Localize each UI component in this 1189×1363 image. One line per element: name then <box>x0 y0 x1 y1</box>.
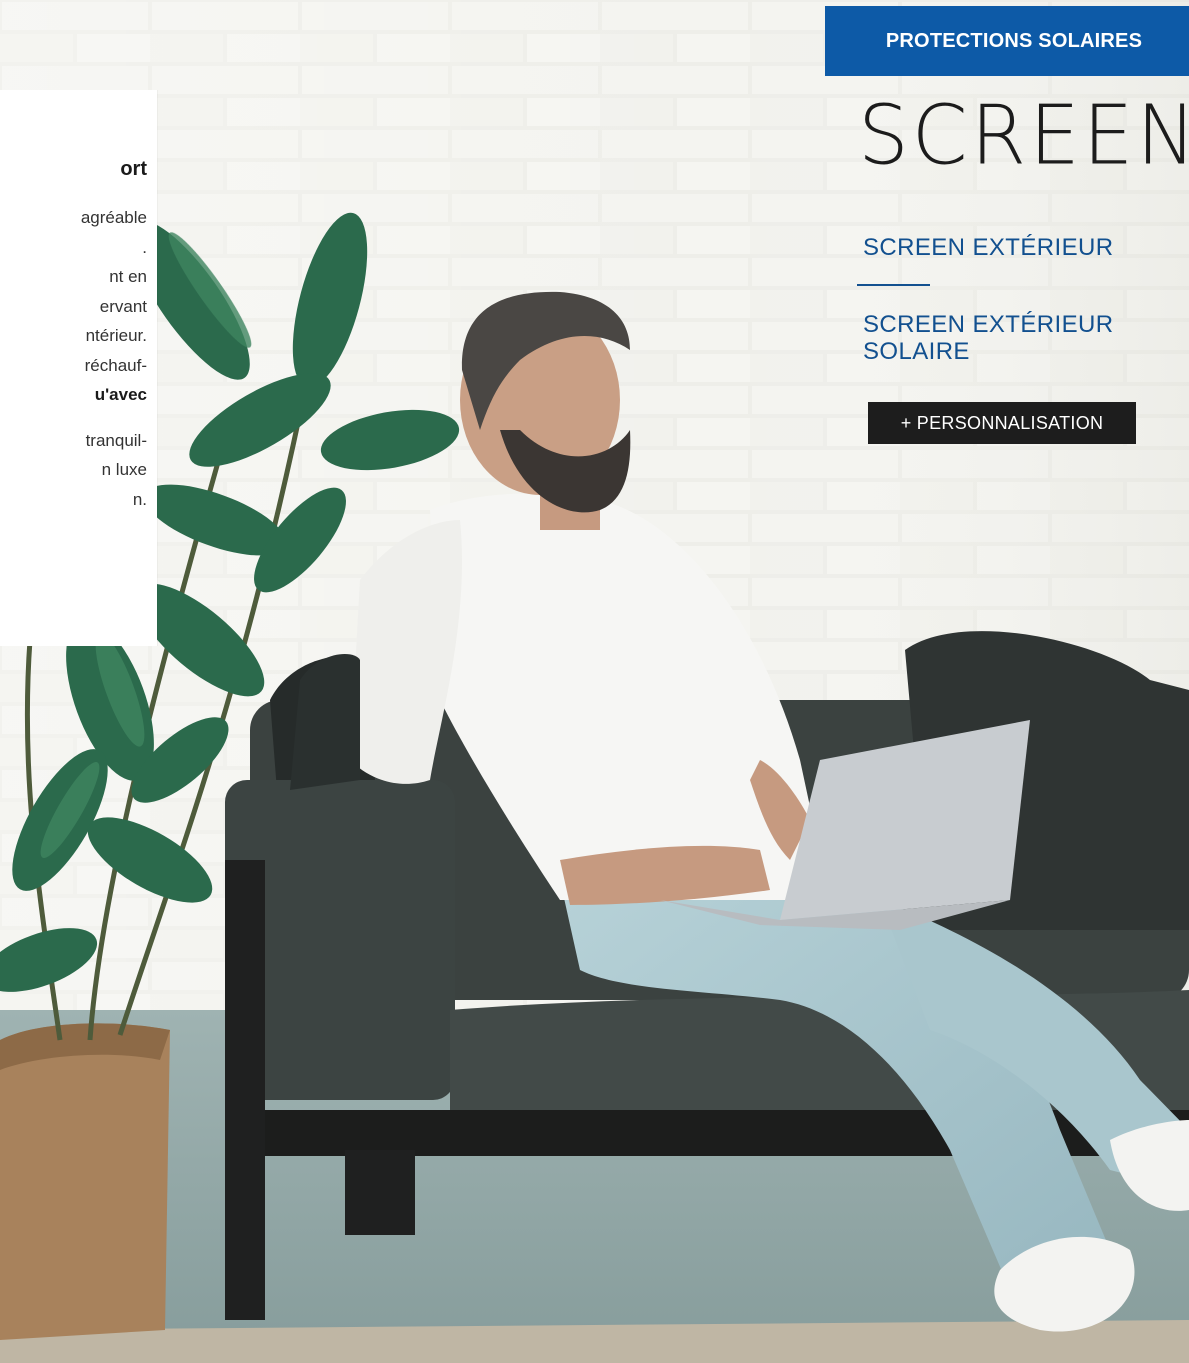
article-line: n. <box>132 489 147 509</box>
article-line: . <box>142 237 147 257</box>
hero-photo <box>0 0 1189 1363</box>
nav-link-screen-exterieur-solaire[interactable]: SCREEN EXTÉRIEUR SOLAIRE <box>863 311 1163 365</box>
article-line: nt en <box>109 267 147 286</box>
article-line: ntérieur. <box>85 326 147 345</box>
article-line: tranquil- <box>85 430 147 450</box>
nav-divider <box>857 284 930 286</box>
article-line: ervant <box>99 296 147 316</box>
category-badge: PROTECTIONS SOLAIRES <box>825 6 1189 76</box>
hero-illustration <box>0 0 1189 1363</box>
nav-link-screen-exterieur[interactable]: SCREEN EXTÉRIEUR <box>863 234 1113 261</box>
article-heading: ort <box>120 158 147 180</box>
page-title: SCREEN <box>858 88 1189 183</box>
article-line: u'avec <box>94 385 147 404</box>
article-text-panel: ort agréable . nt en ervant ntérieur. ré… <box>0 90 157 646</box>
personalize-button[interactable]: + PERSONNALISATION <box>868 402 1136 444</box>
article-line: réchauf- <box>84 355 147 375</box>
article-line: n luxe <box>101 460 147 479</box>
article-line: agréable <box>80 208 147 227</box>
